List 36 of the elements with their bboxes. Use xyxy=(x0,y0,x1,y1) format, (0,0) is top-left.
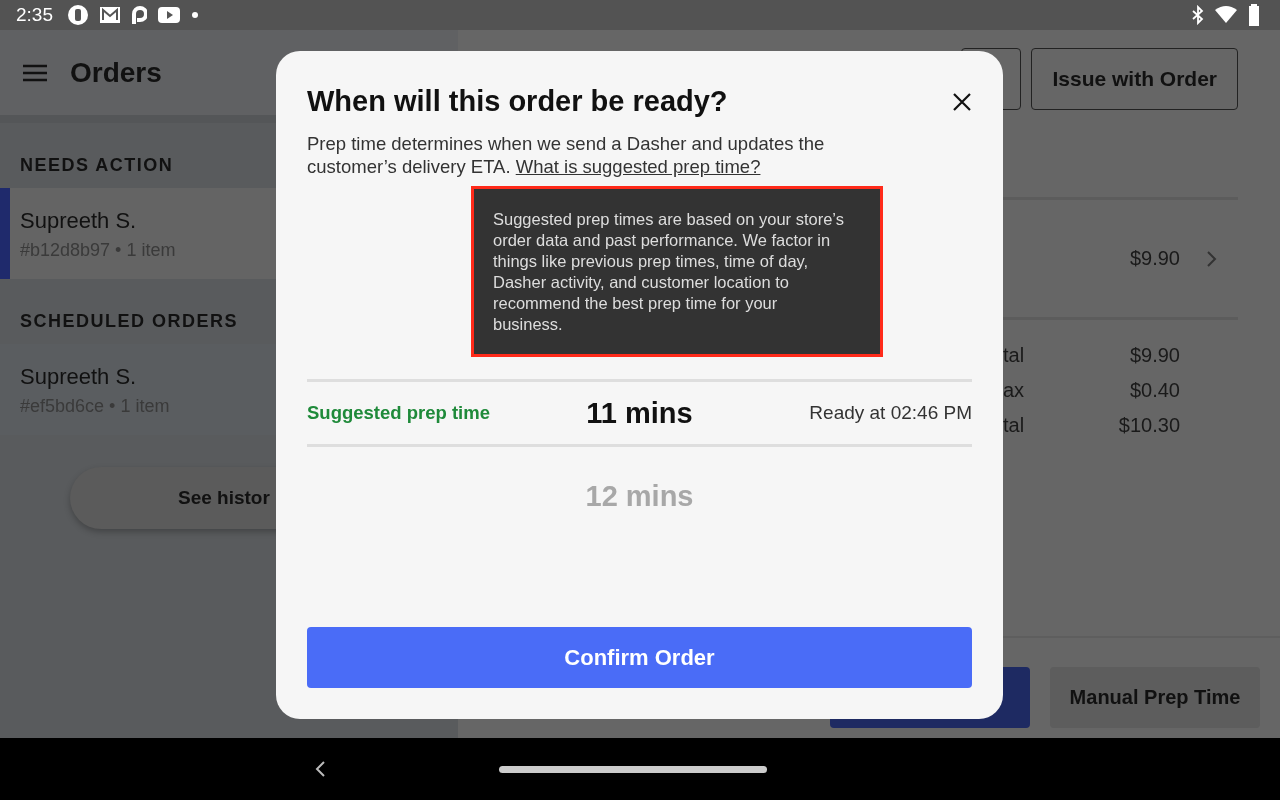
item-price: $9.90 xyxy=(1129,247,1180,270)
customer-name: Supreeth S. xyxy=(20,364,137,390)
section-heading: SCHEDULED ORDERS xyxy=(19,310,240,333)
option-time: 12 mins xyxy=(585,479,694,513)
video-icon xyxy=(157,6,181,24)
ready-time: Ready at 02:46 PM xyxy=(808,402,972,424)
prep-time-option[interactable]: Suggested prep time 11 mins Ready at 02:46 PM xyxy=(307,379,972,447)
dialog-title: When will this order be ready? xyxy=(307,85,728,118)
tooltip: Suggested prep times are based on your store’s order data and past performance. We factor in things like previous prep times, time of day, Dasher activity, and customer location to recommend the best prep time for your business. xyxy=(471,186,883,357)
back-icon[interactable] xyxy=(313,759,327,779)
app-icon xyxy=(131,5,147,25)
customer-name: Supreeth S. xyxy=(20,208,137,234)
total-amount: $9.90 xyxy=(1129,344,1180,367)
manual-prep-button[interactable]: Manual Prep Time xyxy=(1050,666,1260,728)
notification-icon xyxy=(67,4,89,26)
total-label: tal xyxy=(1003,344,1025,367)
clock-time: 2:35 xyxy=(16,4,53,26)
section-heading: NEEDS ACTION xyxy=(19,154,175,177)
close-icon[interactable] xyxy=(952,91,972,112)
total-amount: $10.30 xyxy=(1118,414,1180,437)
total-label: ax xyxy=(1003,379,1025,402)
battery-icon xyxy=(1248,4,1260,26)
total-amount: $0.40 xyxy=(1129,379,1180,402)
wifi-icon xyxy=(1214,6,1238,24)
confirm-button[interactable]: Confirm Order xyxy=(307,627,972,688)
dialog-description: Prep time determines when we send a Dasher and updates the customer’s delivery ETA. What is suggested prep time? xyxy=(307,132,826,178)
dot-icon xyxy=(191,11,199,19)
help-link[interactable]: What is suggested prep time? xyxy=(515,156,761,177)
menu-icon[interactable] xyxy=(22,62,48,83)
home-handle[interactable] xyxy=(499,765,767,773)
total-label: tal xyxy=(1003,414,1025,437)
mail-icon xyxy=(99,5,121,25)
issue-button[interactable]: Issue with Order xyxy=(1031,48,1238,110)
page-title: Orders xyxy=(70,56,162,89)
bluetooth-icon xyxy=(1192,5,1204,25)
option-time: 11 mins xyxy=(586,396,693,430)
